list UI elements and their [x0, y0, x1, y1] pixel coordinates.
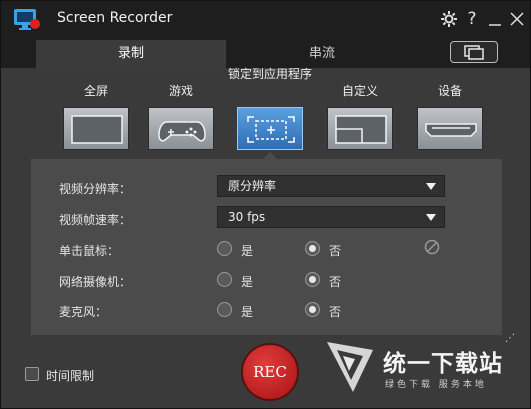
time-limit-checkbox[interactable]	[25, 367, 39, 381]
watermark: 统一下载站 绿色下载 服务本地	[323, 334, 523, 404]
hdmi-device-icon	[425, 123, 477, 137]
microphone-no-label: 否	[329, 305, 342, 319]
webcam-no-label: 否	[329, 275, 342, 289]
mode-label-custom: 自定义	[341, 84, 378, 98]
fullscreen-icon	[71, 115, 123, 144]
watermark-title: 统一下载站	[383, 351, 503, 377]
webcam-no-radio[interactable]	[305, 272, 320, 287]
screen-recorder-window: Screen Recorder ? 录制 串流 全屏 游戏 锁定到应用程序 自定…	[0, 0, 531, 409]
watermark-subtitle: 绿色下载 服务本地	[385, 380, 487, 390]
microphone-no-radio[interactable]	[305, 302, 320, 317]
microphone-yes-radio[interactable]	[217, 302, 232, 317]
mode-device[interactable]: 设备	[405, 83, 495, 150]
mode-custom[interactable]: 自定义	[315, 83, 405, 150]
resolution-label: 视频分辨率：	[59, 182, 132, 196]
mode-label-lock-to-app: 锁定到应用程序	[227, 67, 312, 81]
mouse-click-yes-radio[interactable]	[217, 241, 232, 256]
resolution-value: 原分辨率	[228, 179, 277, 193]
mouse-click-yes-label: 是	[241, 244, 254, 258]
mouse-click-label: 单击鼠标：	[59, 244, 120, 258]
mouse-click-no-radio[interactable]	[305, 241, 320, 256]
game-button[interactable]	[148, 107, 214, 150]
watermark-logo-icon	[327, 342, 373, 392]
resolution-select[interactable]: 原分辨率	[217, 175, 445, 197]
tab-record[interactable]: 录制	[36, 40, 226, 68]
disabled-icon[interactable]	[424, 239, 440, 255]
app-title: Screen Recorder	[57, 10, 173, 26]
custom-region-icon	[335, 115, 387, 144]
framerate-value: 30 fps	[228, 210, 266, 224]
screen-select-button[interactable]	[450, 41, 498, 63]
custom-region-button[interactable]	[327, 107, 393, 150]
mode-label-game: 游戏	[168, 84, 193, 98]
mode-label-fullscreen: 全屏	[83, 84, 108, 98]
fullscreen-button[interactable]	[63, 107, 129, 150]
lock-to-app-icon	[247, 116, 295, 143]
time-limit-label: 时间限制	[46, 369, 95, 383]
title-bar: Screen Recorder ?	[1, 1, 530, 37]
microphone-label: 麦克风：	[59, 305, 108, 319]
chevron-down-icon	[426, 214, 436, 221]
lock-to-app-button[interactable]	[237, 107, 303, 150]
microphone-yes-label: 是	[241, 305, 254, 319]
app-logo-icon	[14, 9, 40, 30]
rec-button[interactable]: REC	[241, 343, 299, 401]
close-icon[interactable]	[507, 8, 527, 30]
framerate-label: 视频帧速率：	[59, 213, 132, 227]
minimize-icon[interactable]	[485, 8, 505, 30]
mode-game[interactable]: 游戏	[136, 83, 226, 150]
webcam-yes-label: 是	[241, 275, 254, 289]
webcam-label: 网络摄像机：	[59, 275, 132, 289]
mode-fullscreen[interactable]: 全屏	[51, 83, 141, 150]
help-icon[interactable]: ?	[462, 8, 482, 30]
tab-stream[interactable]: 串流	[229, 40, 415, 68]
chevron-down-icon	[426, 183, 436, 190]
multi-screen-icon	[464, 45, 484, 60]
mouse-click-no-label: 否	[329, 244, 342, 258]
settings-gear-icon[interactable]	[439, 8, 459, 30]
mode-label-device: 设备	[437, 84, 462, 98]
framerate-select[interactable]: 30 fps	[217, 206, 445, 228]
gamepad-icon	[158, 121, 206, 142]
device-button[interactable]	[417, 107, 483, 150]
webcam-yes-radio[interactable]	[217, 272, 232, 287]
